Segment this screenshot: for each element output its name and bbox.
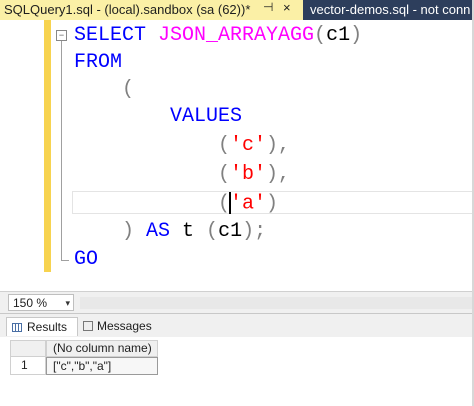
results-tab-bar: Results Messages — [0, 313, 474, 338]
tab-results[interactable]: Results — [6, 317, 78, 336]
tab-sqlquery1[interactable]: SQLQuery1.sql - (local).sandbox (sa (62)… — [0, 0, 303, 20]
row-number[interactable]: 1 — [10, 357, 46, 375]
tab-results-label: Results — [27, 320, 68, 334]
code-token: ( — [206, 220, 219, 243]
change-tracking-bar — [44, 20, 51, 272]
tab-title: vector-demos.sql - not conn — [310, 2, 471, 17]
tab-title: SQLQuery1.sql - (local).sandbox (sa (62)… — [4, 2, 251, 17]
messages-icon — [83, 321, 93, 331]
query-editor[interactable]: − SELECT JSON_ARRAYAGG(c1) FROM ( VALUES … — [0, 20, 474, 290]
result-cell[interactable]: ["c","b","a"] — [46, 357, 158, 375]
code-token: ( — [314, 24, 327, 47]
tab-messages[interactable]: Messages — [81, 317, 157, 336]
outline-line — [61, 41, 62, 261]
code-token: ( — [74, 163, 231, 186]
code-line[interactable]: ) AS t (c1); — [74, 220, 266, 244]
code-line[interactable]: FROM — [74, 51, 122, 75]
code-token: GO — [74, 248, 99, 271]
code-line[interactable]: ('c'), — [74, 134, 290, 158]
code-line[interactable]: VALUES — [74, 105, 242, 129]
code-token: t — [182, 220, 207, 243]
chevron-down-icon: ▾ — [65, 298, 70, 308]
grid-icon — [12, 323, 22, 332]
tab-messages-label: Messages — [97, 319, 152, 333]
code-line[interactable]: GO — [74, 248, 98, 272]
code-token: 'a' — [230, 192, 267, 216]
code-token: ) — [74, 220, 147, 243]
code-token: ) — [266, 192, 279, 216]
code-token: c1 — [218, 220, 243, 243]
code-token: AS — [146, 220, 183, 243]
grid-corner[interactable] — [10, 340, 46, 357]
code-token: ( — [74, 134, 231, 157]
code-token: FROM — [74, 51, 123, 74]
code-token: 'c' — [230, 134, 267, 157]
tab-vector-demos[interactable]: vector-demos.sql - not conn — [304, 0, 474, 20]
outline-end — [61, 260, 69, 261]
editor-gutter — [0, 20, 44, 290]
pin-icon[interactable]: ⊣ — [263, 0, 273, 14]
code-token: ), — [266, 163, 291, 186]
code-line[interactable]: SELECT JSON_ARRAYAGG(c1) — [74, 24, 362, 48]
close-icon[interactable]: × — [283, 0, 291, 15]
results-grid: (No column name) 1 ["c","b","a"] — [0, 337, 474, 406]
code-token: ); — [242, 220, 267, 243]
code-token: ) — [350, 24, 363, 47]
code-line[interactable]: ('a') — [74, 192, 278, 216]
collapse-icon[interactable]: − — [56, 30, 67, 41]
document-tab-bar: SQLQuery1.sql - (local).sandbox (sa (62)… — [0, 0, 474, 20]
column-header[interactable]: (No column name) — [46, 340, 158, 357]
code-line[interactable]: ('b'), — [74, 163, 290, 187]
code-token: 'b' — [230, 163, 267, 186]
code-token: VALUES — [74, 105, 243, 128]
code-token: ( — [74, 192, 231, 216]
zoom-dropdown[interactable]: 150 % ▾ — [8, 294, 74, 311]
horizontal-scrollbar[interactable] — [80, 297, 474, 309]
code-token: c1 — [326, 24, 351, 47]
code-token: JSON_ARRAYAGG — [158, 24, 315, 47]
code-token: ( — [74, 78, 135, 101]
editor-status-row: 150 % ▾ — [0, 291, 474, 314]
zoom-value: 150 % — [13, 296, 48, 310]
code-token: ), — [266, 134, 291, 157]
code-line[interactable]: ( — [74, 78, 134, 102]
code-token: SELECT — [74, 24, 159, 47]
